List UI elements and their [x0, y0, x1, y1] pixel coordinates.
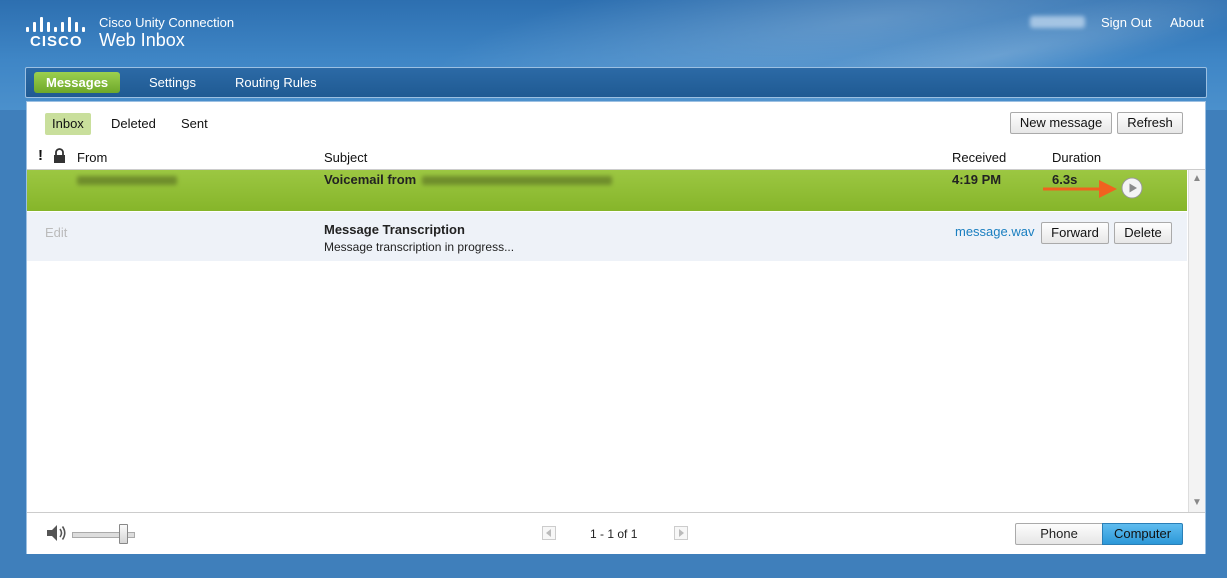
refresh-button[interactable]: Refresh [1117, 112, 1183, 134]
message-panel: Inbox Deleted Sent New message Refresh !… [26, 101, 1206, 554]
folder-sent[interactable]: Sent [174, 113, 215, 135]
cisco-wordmark: CISCO [30, 33, 83, 50]
sign-out-link[interactable]: Sign Out [1101, 15, 1152, 30]
tab-routing-rules[interactable]: Routing Rules [223, 72, 329, 93]
app-title: Web Inbox [99, 30, 185, 50]
volume-slider-handle[interactable] [119, 524, 128, 544]
lock-column-icon[interactable] [53, 148, 66, 167]
folder-inbox[interactable]: Inbox [45, 113, 91, 135]
message-list-scrollbar[interactable]: ▲ ▼ [1188, 170, 1205, 512]
tab-messages[interactable]: Messages [34, 72, 121, 93]
cisco-logo: CISCO [24, 14, 88, 50]
player-footer: 1 - 1 of 1 Phone Computer [27, 512, 1205, 554]
scroll-down-icon[interactable]: ▼ [1192, 497, 1202, 508]
arrow-annotation-icon [1043, 179, 1119, 202]
message-row[interactable]: Voicemail from 4:19 PM 6.3s [27, 170, 1187, 211]
forward-button[interactable]: Forward [1041, 222, 1109, 244]
message-detail: Edit Message Transcription Message trans… [27, 212, 1187, 261]
transcription-status: Message transcription in progress... [324, 240, 515, 254]
next-page-icon[interactable] [674, 526, 688, 543]
message-received: 4:19 PM [952, 172, 1002, 187]
volume-icon[interactable] [46, 524, 68, 545]
edit-link[interactable]: Edit [45, 225, 67, 240]
message-subject: Voicemail from [324, 172, 417, 187]
about-link[interactable]: About [1170, 15, 1204, 30]
duration-column-header[interactable]: Duration [1052, 150, 1101, 165]
from-column-header[interactable]: From [77, 150, 107, 165]
main-nav: Messages Settings Routing Rules [25, 67, 1207, 98]
transcription-title: Message Transcription [324, 222, 465, 237]
new-message-button[interactable]: New message [1010, 112, 1112, 134]
folder-deleted[interactable]: Deleted [104, 113, 163, 135]
tab-settings[interactable]: Settings [137, 72, 208, 93]
received-column-header[interactable]: Received [952, 150, 1006, 165]
delete-button[interactable]: Delete [1114, 222, 1172, 244]
attachment-link[interactable]: message.wav [955, 224, 1034, 239]
scroll-up-icon[interactable]: ▲ [1192, 173, 1202, 184]
column-header-row: ! From Subject Received Duration [27, 145, 1205, 170]
play-on-computer-toggle[interactable]: Computer [1102, 523, 1183, 545]
play-icon[interactable] [1121, 177, 1143, 202]
subject-column-header[interactable]: Subject [324, 150, 367, 165]
play-on-phone-toggle[interactable]: Phone [1015, 523, 1103, 545]
previous-page-icon[interactable] [542, 526, 556, 543]
user-name-redacted [1030, 16, 1085, 28]
urgent-column-icon[interactable]: ! [38, 147, 43, 164]
pagination-label: 1 - 1 of 1 [590, 527, 638, 541]
cisco-bars-icon [24, 14, 86, 32]
app-subtitle: Cisco Unity Connection [99, 15, 235, 30]
